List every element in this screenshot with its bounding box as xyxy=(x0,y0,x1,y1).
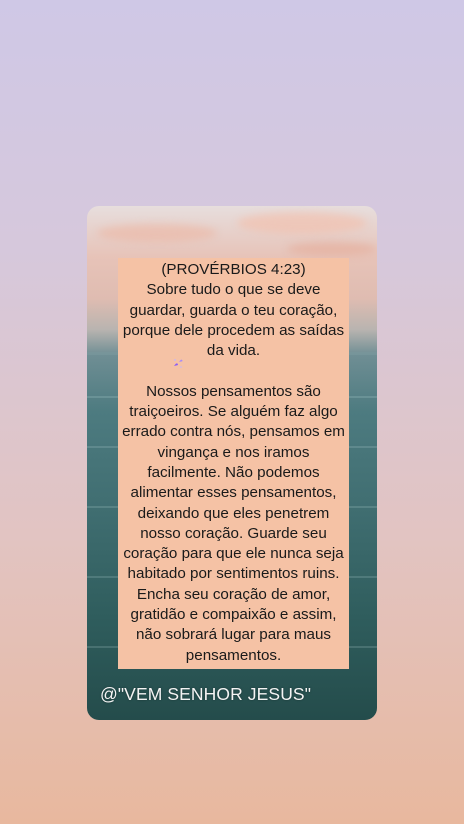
sparkle-hearts-icon xyxy=(170,356,186,372)
story-text-box: (PROVÉRBIOS 4:23) Sobre tudo o que se de… xyxy=(118,258,349,669)
reflection-text: Nossos pensamentos são traiçoeiros. Se a… xyxy=(122,382,345,664)
sky-cloud xyxy=(97,224,217,242)
account-watermark: @"VEM SENHOR JESUS" xyxy=(100,684,312,704)
verse-text: Sobre tudo o que se deve guardar, guarda… xyxy=(122,281,345,360)
sky-cloud xyxy=(237,212,367,234)
sky-cloud xyxy=(287,242,377,256)
verse-reference: (PROVÉRBIOS 4:23) xyxy=(161,261,306,278)
